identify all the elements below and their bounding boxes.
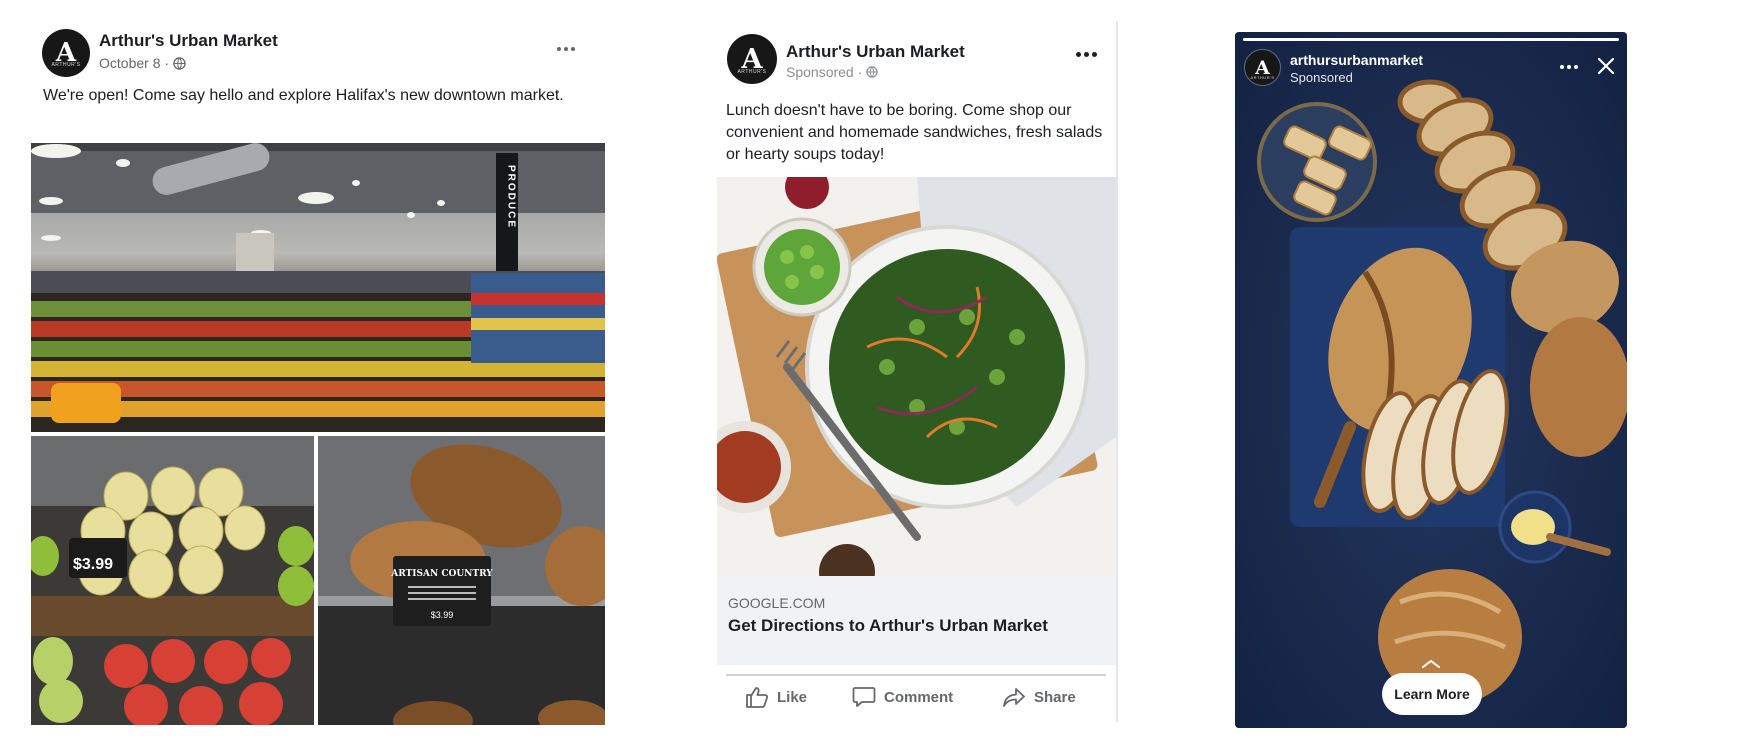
- story-ad[interactable]: A ARTHUR'S arthursurbanmarket Sponsored …: [1235, 32, 1627, 728]
- chevron-up-icon: [1422, 659, 1440, 668]
- photo-store-interior[interactable]: PRODUCE: [31, 143, 605, 432]
- story-progress-track: [1243, 38, 1619, 41]
- post1-avatar[interactable]: A ARTHUR'S: [42, 29, 90, 77]
- more-dot-icon: [1092, 52, 1097, 57]
- share-icon: [1003, 688, 1025, 707]
- story-sponsored: Sponsored: [1290, 70, 1353, 85]
- store-illustration: PRODUCE: [31, 143, 605, 432]
- pears-illustration: $3.99: [31, 436, 314, 725]
- bread-display-illustration: ARTISAN COUNTRY $3.99: [318, 436, 605, 725]
- comment-icon: [852, 687, 876, 707]
- avatar-subtext: ARTHUR'S: [1250, 75, 1275, 80]
- link-title[interactable]: Get Directions to Arthur's Urban Market: [728, 616, 1048, 636]
- avatar-subtext: ARTHUR'S: [51, 62, 81, 68]
- globe-icon: [866, 66, 879, 78]
- post1-date[interactable]: October 8 ·: [99, 55, 169, 71]
- like-button[interactable]: Like: [745, 686, 807, 708]
- share-button[interactable]: Share: [1002, 686, 1076, 708]
- post-2: A ARTHUR'S Arthur's Urban Market Sponsor…: [715, 21, 1119, 722]
- photo-bread-display[interactable]: ARTISAN COUNTRY $3.99: [318, 436, 605, 725]
- story-close-button[interactable]: [1597, 57, 1615, 75]
- bread-illustration: [1235, 32, 1627, 728]
- more-dot-icon: [1567, 65, 1571, 69]
- story-more-button[interactable]: [1560, 65, 1578, 69]
- produce-sign: PRODUCE: [506, 165, 517, 229]
- photo-salad[interactable]: [717, 177, 1116, 576]
- more-dot-icon: [571, 47, 575, 51]
- bread-sign-title: ARTISAN COUNTRY: [390, 569, 493, 579]
- pear-price-tag: $3.99: [73, 556, 113, 573]
- swipe-up-chevron[interactable]: [1421, 656, 1441, 674]
- learn-more-button[interactable]: Learn More: [1382, 673, 1482, 715]
- avatar-subtext: ARTHUR'S: [737, 69, 767, 75]
- post1-meta: October 8 ·: [99, 55, 186, 71]
- action-divider: [726, 674, 1106, 676]
- post2-more-button[interactable]: [1076, 52, 1097, 57]
- link-domain: GOOGLE.COM: [728, 595, 826, 611]
- share-label: Share: [1034, 688, 1076, 706]
- photo-pears[interactable]: $3.99: [31, 436, 314, 725]
- more-dot-icon: [557, 47, 561, 51]
- post2-avatar[interactable]: A ARTHUR'S: [727, 34, 777, 84]
- link-preview[interactable]: GOOGLE.COM Get Directions to Arthur's Ur…: [717, 576, 1116, 665]
- close-icon: [1597, 57, 1615, 75]
- post1-more-button[interactable]: [557, 47, 575, 51]
- more-dot-icon: [1084, 52, 1089, 57]
- thumbs-up-icon: [746, 687, 769, 708]
- comment-button[interactable]: Comment: [852, 686, 953, 708]
- post2-right-border: [1116, 21, 1118, 722]
- like-label: Like: [777, 688, 808, 706]
- story-username[interactable]: arthursurbanmarket: [1290, 52, 1423, 68]
- post-1: A ARTHUR'S Arthur's Urban Market October…: [0, 0, 620, 744]
- story-progress-fill: [1243, 38, 1619, 41]
- post1-page-name[interactable]: Arthur's Urban Market: [99, 31, 278, 51]
- sponsored-label[interactable]: Sponsored ·: [786, 64, 862, 80]
- post2-page-name[interactable]: Arthur's Urban Market: [786, 42, 965, 62]
- post2-caption: Lunch doesn't have to be boring. Come sh…: [726, 102, 1103, 163]
- story-avatar[interactable]: A ARTHUR'S: [1244, 49, 1281, 86]
- globe-icon: [173, 56, 186, 70]
- more-dot-icon: [1574, 65, 1578, 69]
- comment-label: Comment: [884, 688, 954, 706]
- post2-meta: Sponsored ·: [786, 64, 879, 80]
- salad-illustration: [717, 177, 1116, 576]
- more-dot-icon: [564, 47, 568, 51]
- post1-caption: We're open! Come say hello and explore H…: [43, 87, 564, 104]
- bread-sign-price: $3.99: [431, 610, 454, 620]
- more-dot-icon: [1076, 52, 1081, 57]
- more-dot-icon: [1560, 65, 1564, 69]
